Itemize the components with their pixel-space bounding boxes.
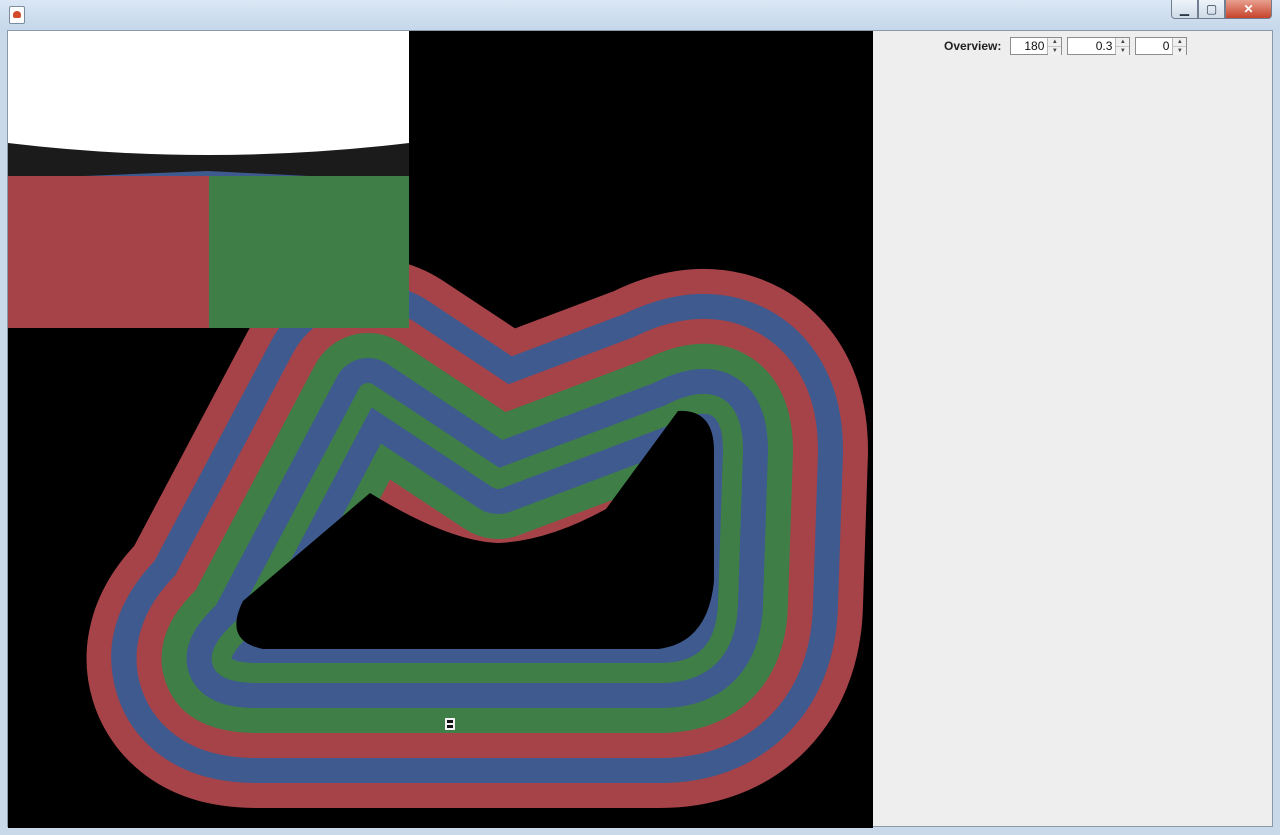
spinner-value[interactable]: 0 bbox=[1136, 38, 1172, 54]
maximize-button[interactable]: ▢ bbox=[1198, 0, 1225, 19]
overview-scale-spinner[interactable]: 0.3 ▲ ▼ bbox=[1067, 37, 1131, 55]
window-controls: ▁ ▢ ✕ bbox=[1171, 0, 1272, 20]
spinner-up-arrow-icon[interactable]: ▲ bbox=[1048, 38, 1062, 46]
car-marker[interactable] bbox=[445, 718, 455, 730]
spinner-down-arrow-icon[interactable]: ▼ bbox=[1173, 46, 1187, 55]
overview-offset-spinner[interactable]: 0 ▲ ▼ bbox=[1135, 37, 1188, 55]
overview-viewport[interactable] bbox=[8, 31, 873, 828]
spinner-value[interactable]: 180 bbox=[1011, 38, 1047, 54]
camera-scene bbox=[8, 31, 409, 328]
driver-camera-view bbox=[8, 31, 409, 328]
overview-label: Overview: bbox=[944, 39, 1002, 53]
java-app-icon[interactable] bbox=[9, 6, 25, 24]
minimize-button[interactable]: ▁ bbox=[1171, 0, 1198, 19]
overview-angle-spinner[interactable]: 180 ▲ ▼ bbox=[1010, 37, 1063, 55]
client-area bbox=[7, 30, 1273, 828]
spinner-down-arrow-icon[interactable]: ▼ bbox=[1116, 46, 1130, 55]
title-bar: ▁ ▢ ✕ bbox=[0, 0, 1280, 30]
camera-green-lane bbox=[209, 176, 409, 328]
close-button[interactable]: ✕ bbox=[1225, 0, 1272, 19]
camera-red-lane bbox=[8, 176, 209, 328]
spinner-value[interactable]: 0.3 bbox=[1068, 38, 1115, 54]
spinner-up-arrow-icon[interactable]: ▲ bbox=[1116, 38, 1130, 46]
overview-controls: Overview: 180 ▲ ▼ 0.3 ▲ ▼ 0 ▲ ▼ bbox=[944, 36, 1188, 56]
spinner-up-arrow-icon[interactable]: ▲ bbox=[1173, 38, 1187, 46]
spinner-down-arrow-icon[interactable]: ▼ bbox=[1048, 46, 1062, 55]
